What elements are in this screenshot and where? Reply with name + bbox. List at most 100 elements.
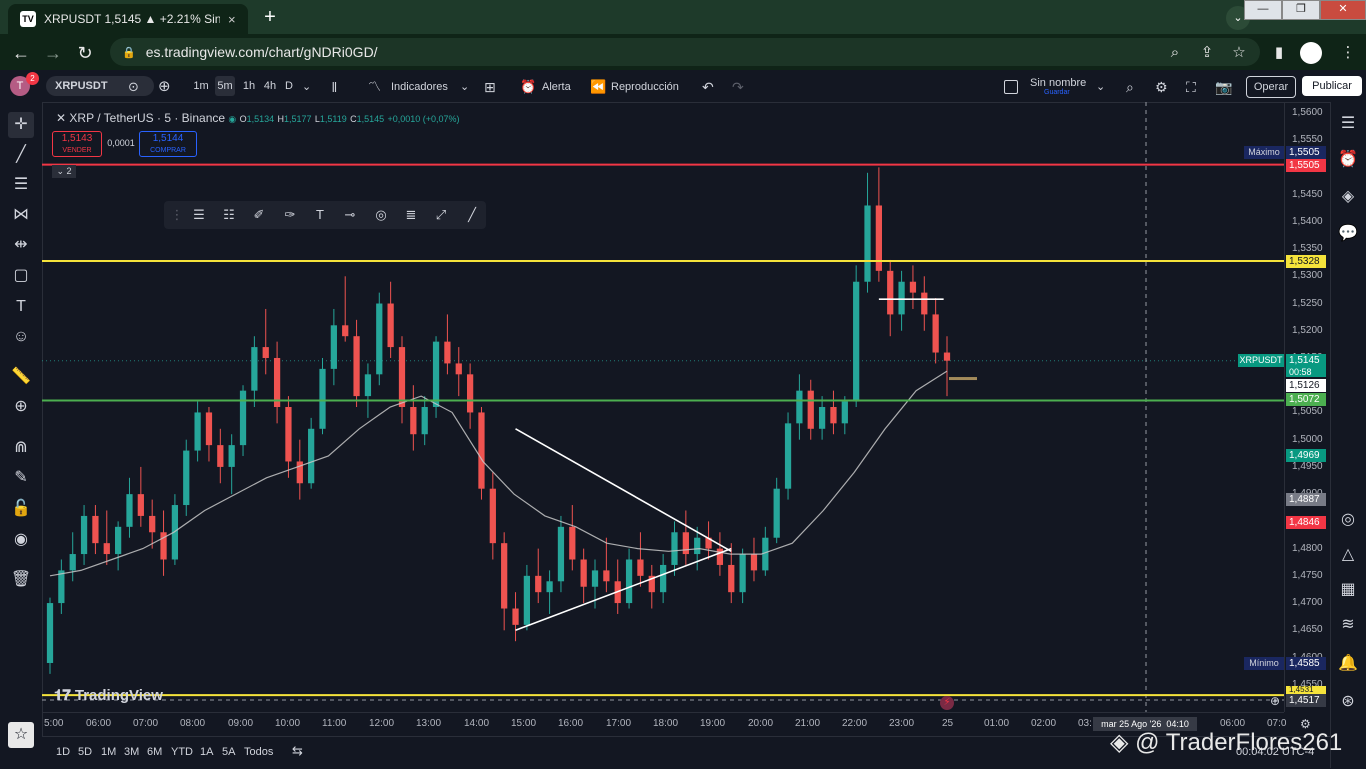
trash-icon[interactable]: 🗑	[8, 567, 34, 593]
layout-dropdown-icon[interactable]: ⌄	[1096, 76, 1105, 98]
compare-add-icon[interactable]: ⊕	[158, 76, 171, 98]
trade-button[interactable]: Operar	[1246, 76, 1296, 98]
alert-icon[interactable]: ⏰	[520, 76, 536, 98]
timeframe-1h[interactable]: 1h	[240, 76, 258, 96]
calendar-icon[interactable]: ▦	[1336, 578, 1360, 602]
shapes-icon[interactable]: ▢	[8, 263, 34, 289]
back-arrow-icon[interactable]: ←	[8, 40, 34, 66]
replay-button[interactable]: Reproducción	[611, 76, 679, 98]
target-icon[interactable]: ◎	[1336, 508, 1360, 532]
layers-icon[interactable]: ◈	[1336, 185, 1360, 209]
range-button-6m[interactable]: 6M	[147, 746, 162, 758]
timeframe-d[interactable]: D	[283, 76, 295, 96]
settings-gear-icon[interactable]: ⚙	[1155, 76, 1168, 98]
text-tool-icon[interactable]: T	[8, 294, 34, 320]
redo-icon[interactable]: ↷	[732, 76, 744, 98]
maximize-button[interactable]: ❐	[1282, 0, 1320, 20]
indicators-icon[interactable]: 〽	[368, 76, 381, 98]
layout-checkbox-icon[interactable]	[1004, 80, 1018, 94]
layout-name[interactable]: Sin nombre	[1030, 77, 1086, 89]
range-button-5d[interactable]: 5D	[78, 746, 92, 758]
legend-close-icon[interactable]: ✕	[56, 111, 66, 125]
lightning-event-icon[interactable]: ⚡	[940, 696, 954, 710]
favorites-star-icon[interactable]: ☆	[8, 722, 34, 748]
bookmark-star-icon[interactable]: ☆	[1227, 40, 1251, 66]
timeframe-4h[interactable]: 4h	[261, 76, 279, 96]
zoom-in-icon[interactable]: ⊕	[8, 394, 34, 420]
camera-snapshot-icon[interactable]: 📷	[1215, 76, 1232, 98]
publish-button[interactable]: Publicar	[1302, 76, 1362, 96]
chat-icon[interactable]: 💬	[1336, 222, 1360, 246]
timeframe-dropdown-icon[interactable]: ⌄	[302, 76, 311, 98]
legend-symbol[interactable]: XRP / TetherUS · 5 · Binance	[69, 111, 225, 125]
line-settings-icon[interactable]: ☷	[218, 205, 240, 225]
lock-drawings-icon[interactable]: 🔓	[8, 496, 34, 522]
sell-button[interactable]: 1,5143 VENDER	[52, 131, 102, 157]
fib-retracement-icon[interactable]: ☰	[8, 172, 34, 198]
range-button-1m[interactable]: 1M	[101, 746, 116, 758]
new-tab-button[interactable]: +	[258, 6, 282, 30]
fib-icon[interactable]: ≣	[400, 205, 422, 225]
trend-line-tool-icon[interactable]: ╱	[461, 205, 483, 225]
trendline-icon[interactable]: ╱	[8, 142, 34, 168]
indicators-button[interactable]: Indicadores	[391, 76, 448, 98]
sidepanel-icon[interactable]: ▮	[1267, 40, 1291, 66]
zoom-icon[interactable]: ⌕	[1163, 40, 1187, 66]
add-alert-plus-icon[interactable]: ⊕	[1268, 694, 1282, 708]
circle-icon[interactable]: ◎	[370, 205, 392, 225]
alerts-clock-icon[interactable]: ⏰	[1336, 148, 1360, 172]
timeframe-5m[interactable]: 5m	[215, 76, 235, 96]
magnet-icon[interactable]: ⋒	[8, 435, 34, 461]
candle-type-icon[interactable]: 𝍪	[332, 76, 337, 98]
range-button-5a[interactable]: 5A	[222, 746, 235, 758]
range-button-todos[interactable]: Todos	[244, 746, 273, 758]
forward-arrow-icon[interactable]: →	[40, 40, 66, 66]
prediction-icon[interactable]: ⇹	[8, 232, 34, 258]
pattern-icon[interactable]: ⋈	[8, 202, 34, 228]
templates-icon[interactable]: ⊞	[484, 76, 496, 98]
symbol-options-icon[interactable]: ⊙	[128, 76, 139, 98]
template-icon[interactable]: ☰	[188, 205, 210, 225]
date-range-calendar-icon[interactable]: ⇆	[292, 743, 303, 759]
crosshair-icon[interactable]: ✛	[8, 112, 34, 138]
url-field[interactable]: 🔒 es.tradingview.com/chart/gNDRi0GD/	[110, 38, 1260, 66]
browser-tab[interactable]: TV XRPUSDT 1,5145 ▲ +2.21% Sin n ×	[8, 4, 248, 34]
range-button-3m[interactable]: 3M	[124, 746, 139, 758]
quick-search-icon[interactable]: ⌕	[1126, 76, 1134, 98]
hide-drawings-icon[interactable]: ◉	[8, 527, 34, 553]
ray-icon[interactable]: ⤢	[430, 205, 452, 225]
watchlist-icon[interactable]: ☰	[1336, 112, 1360, 136]
ruler-icon[interactable]: 📏	[8, 364, 34, 390]
indicators-dropdown-icon[interactable]: ⌄	[460, 76, 469, 98]
timeframe-1m[interactable]: 1m	[191, 76, 211, 96]
indicators-collapse-button[interactable]: ⌄ 2	[52, 165, 76, 178]
stay-drawing-icon[interactable]: ✎	[8, 465, 34, 491]
drag-handle-icon[interactable]: ⋮	[166, 205, 188, 225]
highlighter-icon[interactable]: ✑	[279, 205, 301, 225]
reload-icon[interactable]: ↻	[72, 40, 98, 66]
minimize-button[interactable]: —	[1244, 0, 1282, 20]
replay-icon[interactable]: ⏪	[590, 76, 606, 98]
browser-menu-icon[interactable]: ⋮	[1336, 40, 1360, 66]
news-feed-icon[interactable]: ≋	[1336, 613, 1360, 637]
help-icon[interactable]: ⊛	[1336, 690, 1360, 714]
price-chart[interactable]	[42, 102, 1284, 712]
ideas-icon[interactable]: △	[1336, 543, 1360, 567]
undo-icon[interactable]: ↶	[702, 76, 714, 98]
horizontal-ray-icon[interactable]: ⊸	[339, 205, 361, 225]
range-button-1d[interactable]: 1D	[56, 746, 70, 758]
fullscreen-icon[interactable]: ⛶	[1186, 76, 1196, 98]
emoji-icon[interactable]: ☺	[8, 324, 34, 350]
text-icon[interactable]: T	[309, 205, 331, 225]
profile-avatar[interactable]	[1300, 42, 1322, 64]
layout-save-label[interactable]: Guardar	[1044, 89, 1070, 96]
close-window-button[interactable]: ✕	[1320, 0, 1366, 20]
range-button-1a[interactable]: 1A	[200, 746, 213, 758]
buy-button[interactable]: 1,5144 COMPRAR	[139, 131, 197, 157]
range-button-ytd[interactable]: YTD	[171, 746, 193, 758]
notifications-bell-icon[interactable]: 🔔	[1336, 652, 1360, 676]
close-tab-icon[interactable]: ×	[228, 12, 236, 27]
alert-button[interactable]: Alerta	[542, 76, 571, 98]
brush-icon[interactable]: ✐	[248, 205, 270, 225]
share-icon[interactable]: ⇪	[1195, 40, 1219, 66]
